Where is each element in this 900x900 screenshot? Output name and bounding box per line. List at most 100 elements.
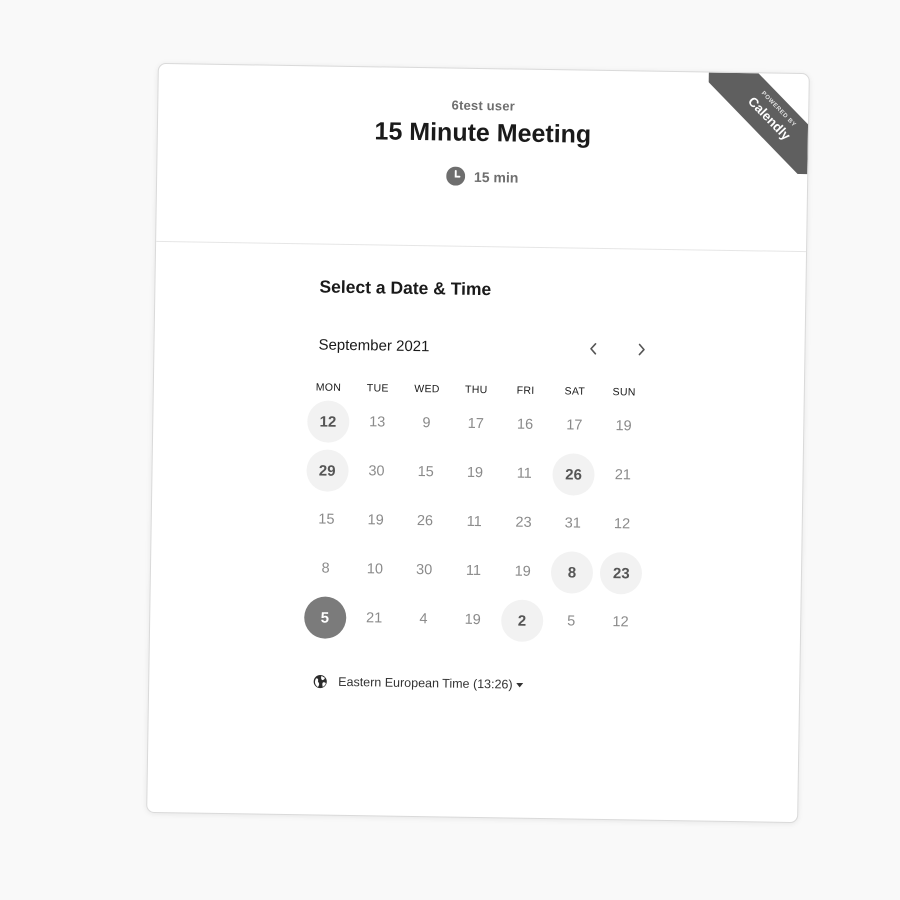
scheduling-card: 6test user 15 Minute Meeting 15 min POWE… xyxy=(146,62,810,824)
duration-label: 15 min xyxy=(473,168,519,186)
timezone-selector[interactable]: Eastern European Time (13:26) xyxy=(313,674,799,696)
weekday-tue: TUE xyxy=(366,382,389,395)
unavailable-date: 19 xyxy=(466,464,484,482)
calendar-day-cell: 8 xyxy=(301,547,351,590)
unavailable-date: 19 xyxy=(367,512,384,529)
unavailable-date: 17 xyxy=(566,417,583,434)
calendar-day-cell: 15 xyxy=(401,451,451,494)
unavailable-date: 19 xyxy=(615,418,632,435)
unavailable-date: 5 xyxy=(567,613,576,630)
calendar-week-row: 29 30 15 19 11 26 21 xyxy=(302,449,648,496)
calendar-day-cell[interactable]: 29 xyxy=(302,449,352,492)
calendar-day-cell: 15 xyxy=(301,498,351,541)
calendar-day-cell: 13 xyxy=(352,401,402,444)
unavailable-date: 26 xyxy=(416,513,434,530)
weekday-mon: MON xyxy=(315,381,342,394)
calendar-day-cell: 19 xyxy=(450,452,500,495)
previous-month-button[interactable] xyxy=(576,332,611,367)
unavailable-date: 11 xyxy=(516,465,532,482)
calendar-day-cell: 31 xyxy=(548,502,598,545)
calendar-day-cell: 19 xyxy=(599,405,649,448)
unavailable-date: 23 xyxy=(515,514,532,531)
unavailable-date: 12 xyxy=(613,516,631,533)
caret-down-icon xyxy=(516,682,524,687)
calendar-day-cell: 11 xyxy=(499,452,549,495)
timezone-label: Eastern European Time (13:26) xyxy=(338,674,513,692)
month-nav-buttons xyxy=(576,332,659,367)
unavailable-date: 11 xyxy=(465,562,482,580)
calendar-day-cell: 12 xyxy=(597,503,647,546)
weekday-sun: SUN xyxy=(612,386,636,399)
unavailable-date: 15 xyxy=(417,464,434,481)
available-date-button[interactable]: 8 xyxy=(550,551,594,594)
unavailable-date: 12 xyxy=(612,614,629,631)
calendar-day-cell: 5 xyxy=(546,600,596,643)
event-header: 6test user 15 Minute Meeting 15 min POWE… xyxy=(156,63,809,253)
calendar-day-cell[interactable]: 5 xyxy=(300,596,350,639)
unavailable-date: 16 xyxy=(516,416,534,433)
calendar-day-cell: 11 xyxy=(449,501,499,544)
available-date-button[interactable]: 23 xyxy=(599,551,643,595)
calendar-day-cell: 19 xyxy=(448,599,498,642)
calendar-day-cell: 23 xyxy=(499,501,549,544)
calendar-day-cell: 12 xyxy=(596,601,646,644)
next-month-button[interactable] xyxy=(624,332,659,367)
unavailable-date: 31 xyxy=(564,515,581,532)
weekday-fri: FRI xyxy=(516,384,535,397)
calendar-day-cell[interactable]: 2 xyxy=(497,599,547,643)
unavailable-date: 19 xyxy=(464,611,481,629)
unavailable-date: 11 xyxy=(466,513,482,531)
calendar-day-cell: 11 xyxy=(449,550,499,593)
available-date-button[interactable]: 29 xyxy=(305,449,349,492)
powered-by-ribbon[interactable]: POWERED BY Calendly xyxy=(707,72,809,175)
unavailable-date: 21 xyxy=(614,467,632,484)
unavailable-date: 30 xyxy=(368,463,385,480)
calendar-week-row: 12 13 9 17 16 17 19 xyxy=(303,400,649,447)
unavailable-date: 19 xyxy=(514,563,531,580)
weekday-sat: SAT xyxy=(564,385,586,398)
unavailable-date: 21 xyxy=(365,610,383,627)
month-label: September 2021 xyxy=(318,335,430,355)
month-navigation: September 2021 xyxy=(318,327,658,366)
calendar-day-cell: 10 xyxy=(350,548,400,591)
calendar-day-cell: 16 xyxy=(500,403,550,446)
calendar-day-cell: 21 xyxy=(349,597,399,640)
calendar-day-cell[interactable]: 26 xyxy=(549,453,599,496)
calendar-day-cell: 19 xyxy=(498,550,548,593)
available-date-button[interactable]: 2 xyxy=(500,599,544,643)
unavailable-date: 10 xyxy=(366,561,384,578)
calendar-day-cell[interactable]: 12 xyxy=(303,400,353,443)
weekday-header: MON TUE WED THU FRI SAT SUN xyxy=(304,381,649,398)
unavailable-date: 30 xyxy=(415,562,433,579)
available-date-button[interactable]: 26 xyxy=(552,453,595,496)
unavailable-date: 8 xyxy=(321,560,330,577)
calendar-day-cell: 26 xyxy=(400,500,450,543)
calendar-day-cell: 30 xyxy=(399,549,449,592)
chevron-left-icon xyxy=(590,343,597,355)
calendar-week-row: 5 21 4 19 2 5 12 xyxy=(300,596,646,643)
ribbon-band[interactable]: POWERED BY Calendly xyxy=(707,72,809,175)
section-title: Select a Date & Time xyxy=(319,276,492,300)
calendar-day-cell: 17 xyxy=(549,404,599,447)
globe-icon xyxy=(313,674,327,689)
calendar-day-cell[interactable]: 8 xyxy=(547,551,597,594)
calendar-day-cell: 21 xyxy=(598,454,648,497)
unavailable-date: 13 xyxy=(369,414,386,431)
calendar-week-row: 8 10 30 11 19 8 23 xyxy=(301,547,647,595)
weekday-wed: WED xyxy=(414,382,440,396)
chevron-right-icon xyxy=(638,343,645,356)
calendar-grid: 12 13 9 17 16 17 19 29 30 15 19 11 26 21 15 19 26 11 23 31 1… xyxy=(303,400,804,646)
unavailable-date: 15 xyxy=(318,511,335,528)
calendar-week-row: 15 19 26 11 23 31 12 xyxy=(301,498,647,545)
calendar-day-cell: 19 xyxy=(351,499,401,542)
unavailable-date: 4 xyxy=(419,611,428,628)
calendar-day-cell[interactable]: 23 xyxy=(596,551,646,595)
calendar-section: Select a Date & Time September 2021 MON … xyxy=(149,274,805,696)
calendar-day-cell: 9 xyxy=(402,402,452,445)
available-date-button[interactable]: 12 xyxy=(306,400,350,443)
calendar-day-cell: 4 xyxy=(398,598,448,641)
unavailable-date: 9 xyxy=(422,415,431,432)
unavailable-date: 17 xyxy=(467,415,484,433)
calendar-day-cell: 17 xyxy=(451,403,501,446)
selected-date-button[interactable]: 5 xyxy=(303,596,347,639)
